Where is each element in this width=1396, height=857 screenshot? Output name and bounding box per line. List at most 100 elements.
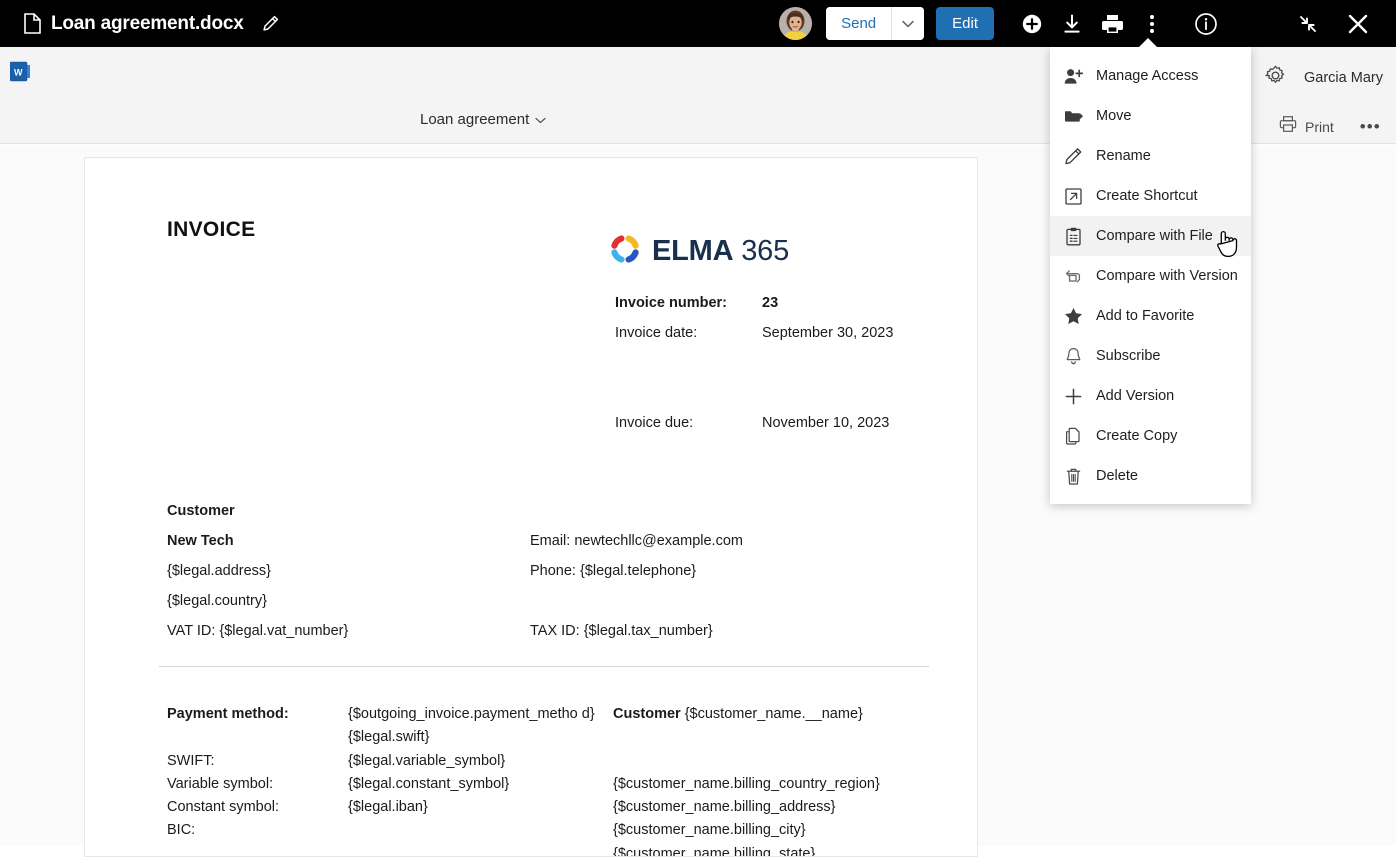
star-icon [1064, 307, 1083, 326]
info-icon[interactable] [1186, 0, 1226, 47]
menu-item-label: Add Version [1096, 388, 1175, 404]
title-bar-actions: Send Edit [779, 0, 1396, 47]
avatar[interactable] [779, 7, 813, 40]
send-button[interactable]: Send [826, 7, 892, 40]
menu-item-label: Subscribe [1096, 348, 1161, 364]
swift-value: {$legal.swift} [348, 729, 430, 746]
invoice-meta-row: Invoice due: November 10, 2023 [615, 415, 893, 445]
billing-address: {$customer_name.billing_address} [613, 799, 836, 816]
menu-item-manage-access[interactable]: Manage Access [1050, 56, 1251, 96]
menu-item-create-shortcut[interactable]: Create Shortcut [1050, 176, 1251, 216]
invoice-meta-row: Invoice number: 23 [615, 295, 893, 325]
invoice-number-value: 23 [762, 295, 779, 311]
menu-item-label: Move [1096, 108, 1132, 124]
edit-button[interactable]: Edit [936, 7, 994, 40]
user-name-label: Garcia Mary [1304, 70, 1383, 86]
pencil-icon [1064, 147, 1083, 166]
elma-logo-suffix: 365 [741, 235, 790, 267]
menu-item-create-copy[interactable]: Create Copy [1050, 416, 1251, 456]
add-icon[interactable] [1012, 0, 1052, 47]
customer-row: VAT ID: {$legal.vat_number} TAX ID: {$le… [167, 623, 743, 653]
print-icon[interactable] [1092, 0, 1132, 47]
invoice-due-value: November 10, 2023 [762, 415, 890, 431]
variable-symbol-label: Variable symbol: [167, 775, 274, 792]
invoice-heading: INVOICE [167, 218, 256, 241]
invoice-meta-gap [615, 355, 893, 415]
folder-move-icon [1064, 107, 1083, 126]
constant-symbol-label: Constant symbol: [167, 799, 280, 816]
trash-icon [1064, 467, 1083, 486]
download-icon[interactable] [1052, 0, 1092, 47]
invoice-date-label: Invoice date: [615, 325, 698, 341]
payment-block: Payment method: SWIFT: Variable symbol: … [167, 703, 913, 857]
settings-row: Garcia Mary [1265, 65, 1383, 91]
clipboard-icon [1064, 227, 1083, 246]
customer-address: {$legal.address} [167, 563, 271, 579]
billing-title-value: {$customer_name.__name} [680, 706, 863, 722]
send-dropdown-chevron-down-icon[interactable] [891, 7, 925, 40]
customer-vat-id: VAT ID: {$legal.vat_number} [167, 623, 349, 639]
external-link-icon [1064, 187, 1083, 206]
menu-item-label: Create Copy [1096, 428, 1178, 444]
copy-icon [1064, 427, 1083, 446]
gear-icon[interactable] [1265, 65, 1286, 91]
constant-symbol-value: {$legal.constant_symbol} [348, 775, 510, 792]
menu-item-add-version[interactable]: Add Version [1050, 376, 1251, 416]
payment-values-column: {$outgoing_invoice.payment_metho d} {$le… [348, 703, 613, 856]
chevron-down-icon [535, 111, 546, 128]
send-button-group: Send [826, 7, 925, 40]
menu-item-compare-with-file[interactable]: Compare with File [1050, 216, 1251, 256]
subbar-overflow-icon[interactable]: ••• [1360, 117, 1381, 137]
menu-item-subscribe[interactable]: Subscribe [1050, 336, 1251, 376]
bell-icon [1064, 347, 1083, 366]
print-label: Print [1305, 118, 1334, 135]
variable-symbol-value: {$legal.variable_symbol} [348, 752, 506, 769]
document-page: INVOICE ELMA 365 Invoice number: 23 Invo… [84, 157, 978, 857]
collapse-icon[interactable] [1288, 0, 1328, 47]
rename-pencil-icon[interactable] [260, 14, 280, 34]
subbar-right-panel: Garcia Mary Print ••• [1250, 47, 1396, 143]
menu-item-label: Add to Favorite [1096, 308, 1195, 324]
elma-circle-logo-icon [609, 233, 641, 270]
customer-row: New Tech Email: newtechllc@example.com [167, 533, 743, 563]
billing-title-bold: Customer [613, 706, 681, 722]
swift-label: SWIFT: [167, 752, 215, 769]
customer-row: {$legal.address} Phone: {$legal.telephon… [167, 563, 743, 593]
elma-logo-text: ELMA 365 [652, 235, 789, 268]
customer-email: Email: newtechllc@example.com [530, 533, 743, 549]
svg-text:W: W [14, 67, 23, 77]
billing-city: {$customer_name.billing_city} [613, 822, 806, 839]
invoice-meta-row: Invoice date: September 30, 2023 [615, 325, 893, 355]
close-icon[interactable] [1338, 0, 1378, 47]
customer-row: {$legal.country} [167, 593, 743, 623]
payment-method-label: Payment method: [167, 706, 289, 722]
menu-item-compare-with-version[interactable]: Compare with Version [1050, 256, 1251, 296]
file-context-menu: Manage Access Move Rename Create Shortcu… [1050, 47, 1251, 504]
compare-versions-icon [1064, 267, 1083, 286]
menu-item-delete[interactable]: Delete [1050, 456, 1251, 496]
customer-name: New Tech [167, 533, 234, 549]
viewer-scrollbar[interactable] [1388, 145, 1396, 846]
customer-section-title-row: Customer [167, 503, 743, 533]
billing-country-region: {$customer_name.billing_country_region} [613, 775, 880, 792]
document-tab-selector[interactable]: Loan agreement [420, 111, 546, 128]
document-title: Loan agreement.docx [51, 12, 244, 34]
document-tab-label: Loan agreement [420, 111, 530, 128]
billing-state: {$customer_name.billing_state} [613, 845, 816, 857]
word-icon: W [9, 61, 30, 82]
customer-tax-id: TAX ID: {$legal.tax_number} [530, 623, 713, 639]
bic-value: {$legal.iban} [348, 799, 428, 816]
billing-spacer [613, 750, 913, 773]
menu-item-move[interactable]: Move [1050, 96, 1251, 136]
menu-item-rename[interactable]: Rename [1050, 136, 1251, 176]
user-add-icon [1064, 67, 1083, 86]
menu-item-label: Delete [1096, 468, 1138, 484]
menu-item-label: Rename [1096, 148, 1151, 164]
menu-item-label: Compare with File [1096, 228, 1213, 244]
elma-logo-brand: ELMA [652, 235, 734, 267]
print-row[interactable]: Print ••• [1279, 115, 1381, 138]
invoice-meta: Invoice number: 23 Invoice date: Septemb… [615, 295, 893, 445]
menu-item-add-to-favorite[interactable]: Add to Favorite [1050, 296, 1251, 336]
title-bar: Loan agreement.docx Send Edit [0, 0, 1396, 47]
menu-item-label: Create Shortcut [1096, 188, 1198, 204]
